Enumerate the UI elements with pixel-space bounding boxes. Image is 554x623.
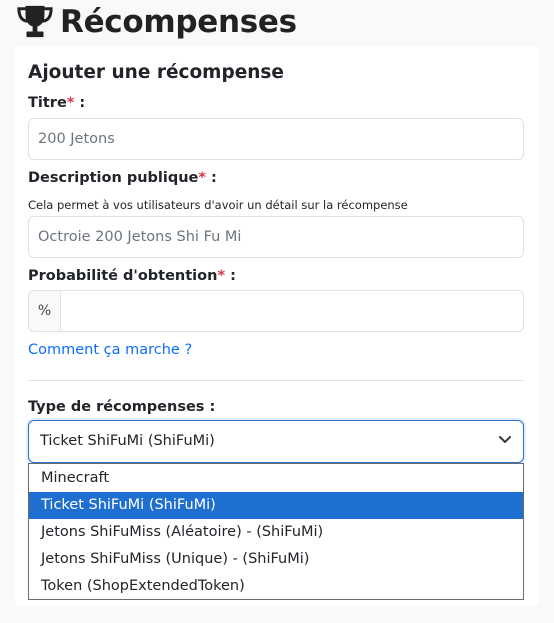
dropdown-option-jetons-unique[interactable]: Jetons ShiFuMiss (Unique) - (ShiFuMi) — [29, 546, 523, 573]
title-label: Titre* : — [28, 95, 85, 111]
description-label-text: Description publique — [28, 170, 199, 186]
reward-type-select[interactable]: Ticket ShiFuMi (ShiFuMi) — [28, 420, 524, 463]
percent-addon: % — [29, 291, 61, 331]
page-header: Récompenses — [16, 2, 297, 42]
required-mark: * — [217, 268, 226, 284]
reward-type-selected-value: Ticket ShiFuMi (ShiFuMi) — [40, 433, 215, 449]
reward-type-label: Type de récompenses : — [28, 399, 216, 415]
title-input[interactable] — [28, 118, 524, 160]
probability-input-group: % — [28, 290, 524, 332]
probability-label-text: Probabilité d'obtention — [28, 268, 218, 284]
title-label-text: Titre — [28, 95, 67, 111]
reward-type-dropdown: Minecraft Ticket ShiFuMi (ShiFuMi) Jeton… — [28, 463, 524, 600]
card-title: Ajouter une récompense — [28, 62, 284, 83]
required-mark: * — [198, 170, 206, 186]
trophy-icon — [17, 5, 53, 38]
dropdown-option-ticket-shifumi[interactable]: Ticket ShiFuMi (ShiFuMi) — [29, 492, 523, 519]
dropdown-option-token-shopextended[interactable]: Token (ShopExtendedToken) — [29, 573, 523, 600]
description-label: Description publique* : — [28, 170, 217, 186]
dropdown-option-minecraft[interactable]: Minecraft — [29, 465, 523, 492]
dropdown-option-jetons-aleatoire[interactable]: Jetons ShiFuMiss (Aléatoire) - (ShiFuMi) — [29, 519, 523, 546]
label-suffix: : — [225, 268, 236, 284]
divider — [28, 380, 524, 381]
page-title: Récompenses — [60, 4, 297, 40]
label-suffix: : — [205, 170, 217, 186]
probability-input[interactable] — [62, 291, 523, 331]
probability-label: Probabilité d'obtention* : — [28, 268, 236, 284]
description-input[interactable] — [28, 216, 524, 258]
chevron-down-icon — [499, 436, 511, 443]
label-suffix: : — [74, 95, 86, 111]
how-it-works-link[interactable]: Comment ça marche ? — [28, 342, 192, 358]
description-help-text: Cela permet à vos utilisateurs d'avoir u… — [28, 198, 408, 212]
